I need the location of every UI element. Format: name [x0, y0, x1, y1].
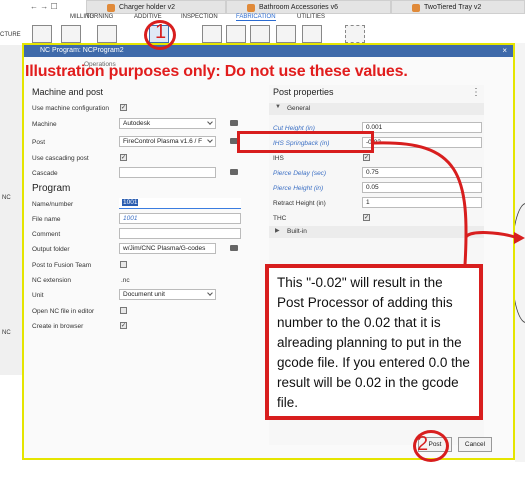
setup-sheet-icon[interactable]	[250, 25, 270, 43]
use-machine-config-checkbox[interactable]: ✓	[120, 104, 127, 111]
post-fusion-checkbox[interactable]	[120, 261, 127, 268]
general-group[interactable]: ▼ General	[269, 103, 484, 115]
file-name-field[interactable]: 1001	[119, 213, 241, 224]
prop-label-pierce-delay: Pierce Delay (sec)	[273, 170, 327, 177]
create-browser-label: Create in browser	[32, 323, 84, 330]
machine-select[interactable]: Autodesk	[119, 118, 216, 129]
menu-dots-icon[interactable]: ⋮	[471, 87, 481, 98]
tree-nc-label: NC	[2, 195, 11, 201]
general-label: General	[287, 105, 311, 112]
program-section-title: Program	[32, 183, 71, 194]
comment-field[interactable]	[119, 228, 241, 239]
nc-extension-value: .nc	[121, 277, 130, 284]
create-browser-checkbox[interactable]: ✓	[120, 322, 127, 329]
nav-arrows[interactable]: ← → ☐	[30, 2, 58, 11]
prop-value-cut-height[interactable]: 0.001	[362, 122, 482, 133]
explanation-callout: This "-0.02" will result in the Post Pro…	[265, 264, 483, 420]
machine-section-title: Machine and post	[32, 87, 104, 97]
annotation-number-1: 1	[155, 21, 167, 43]
bottom-area	[0, 462, 525, 499]
tree-nc-label: NC	[2, 330, 11, 336]
folder-icon[interactable]	[230, 245, 238, 251]
dialog-titlebar: NC Program: NCProgram2 ×	[24, 45, 513, 57]
unit-select[interactable]: Document unit	[119, 289, 216, 300]
use-cascading-label: Use cascading post	[32, 155, 89, 162]
output-folder-label: Output folder	[32, 246, 70, 253]
comment-label: Comment	[32, 231, 61, 238]
dialog-title: NC Program: NCProgram2	[40, 47, 124, 54]
prop-checkbox-ihs[interactable]: ✓	[363, 154, 370, 161]
cascade-label: Cascade	[32, 170, 58, 177]
prop-checkbox-thc[interactable]: ✓	[363, 214, 370, 221]
menu-utilities[interactable]: UTILITIES	[297, 14, 325, 20]
prop-value-pierce-delay[interactable]: 0.75	[362, 167, 482, 178]
output-folder-field[interactable]: w/Jim/CNC Plasma/G-codes	[119, 243, 216, 254]
warning-annotation: Illustration purposes only: Do not use t…	[25, 63, 408, 80]
menu-fabrication[interactable]: FABRICATION	[236, 14, 276, 21]
unit-label: Unit	[32, 292, 44, 299]
tab-bathroom-accessories[interactable]: Bathroom Accessories v6	[226, 0, 391, 14]
measure-icon[interactable]	[302, 25, 322, 43]
post-process-icon[interactable]	[226, 25, 246, 43]
tab-label: Charger holder v2	[119, 4, 176, 11]
annotation-number-2: 2	[417, 433, 429, 455]
post-properties-title: Post properties	[273, 87, 334, 97]
close-icon[interactable]: ×	[502, 46, 507, 55]
simulate-icon[interactable]	[202, 25, 222, 43]
post-label: Post	[32, 139, 46, 146]
expand-arrow-icon: ▶	[275, 228, 280, 234]
prop-label-pierce-height: Pierce Height (in)	[273, 185, 324, 192]
prop-label-retract-height: Retract Height (in)	[273, 200, 326, 207]
use-machine-config-label: Use machine configuration	[32, 105, 109, 112]
menu-inspection[interactable]: INSPECTION	[181, 14, 218, 20]
prop-label-ihs: IHS	[273, 155, 284, 162]
file-name-label: File name	[32, 216, 61, 223]
open-nc-checkbox[interactable]	[120, 307, 127, 314]
post-select[interactable]: FireControl Plasma v1.6 / F	[119, 136, 216, 147]
file-icon	[412, 4, 420, 12]
folder-icon[interactable]	[230, 169, 238, 175]
menu-turning[interactable]: TURNING	[86, 14, 113, 20]
cut-tool-icon[interactable]	[97, 25, 117, 43]
setup-tool-icon[interactable]	[32, 25, 52, 43]
builtin-group[interactable]: ▶ Built-in	[269, 226, 484, 238]
prop-value-retract-height[interactable]: 1	[362, 197, 482, 208]
screen: { "tabs": [ {"label": "Charger holder v2…	[0, 0, 525, 499]
use-cascading-checkbox[interactable]: ✓	[120, 154, 127, 161]
tab-label: TwoTiered Tray v2	[424, 4, 482, 11]
tab-label: Bathroom Accessories v6	[259, 4, 338, 11]
prop-value-pierce-height[interactable]: 0.05	[362, 182, 482, 193]
cascade-field[interactable]	[119, 167, 216, 178]
folder-icon[interactable]	[230, 120, 238, 126]
select-icon[interactable]	[345, 25, 365, 43]
tab-twotiered-tray[interactable]: TwoTiered Tray v2	[391, 0, 525, 14]
post-fusion-label: Post to Fusion Team	[32, 262, 92, 269]
collapse-arrow-icon: ▼	[275, 104, 281, 110]
cancel-button[interactable]: Cancel	[458, 437, 492, 452]
name-number-label: Name/number	[32, 201, 74, 208]
nc-tool-icon[interactable]	[61, 25, 81, 43]
canvas-edge	[511, 43, 525, 463]
nc-extension-label: NC extension	[32, 277, 72, 284]
file-icon	[247, 4, 255, 12]
tool-library-icon[interactable]	[276, 25, 296, 43]
prop-value-ihs-springback[interactable]: -0.02	[362, 137, 482, 148]
prop-label-thc: THC	[273, 215, 287, 222]
workspace-label: CTURE	[0, 32, 21, 38]
name-number-value: 1001	[122, 199, 139, 206]
tab-charger-holder[interactable]: Charger holder v2	[86, 0, 226, 14]
annotation-highlight-springback	[237, 131, 374, 153]
builtin-label: Built-in	[287, 228, 307, 235]
file-icon	[107, 4, 115, 12]
name-number-field[interactable]: 1001	[119, 198, 241, 209]
open-nc-label: Open NC file in editor	[32, 308, 95, 315]
machine-label: Machine	[32, 121, 57, 128]
